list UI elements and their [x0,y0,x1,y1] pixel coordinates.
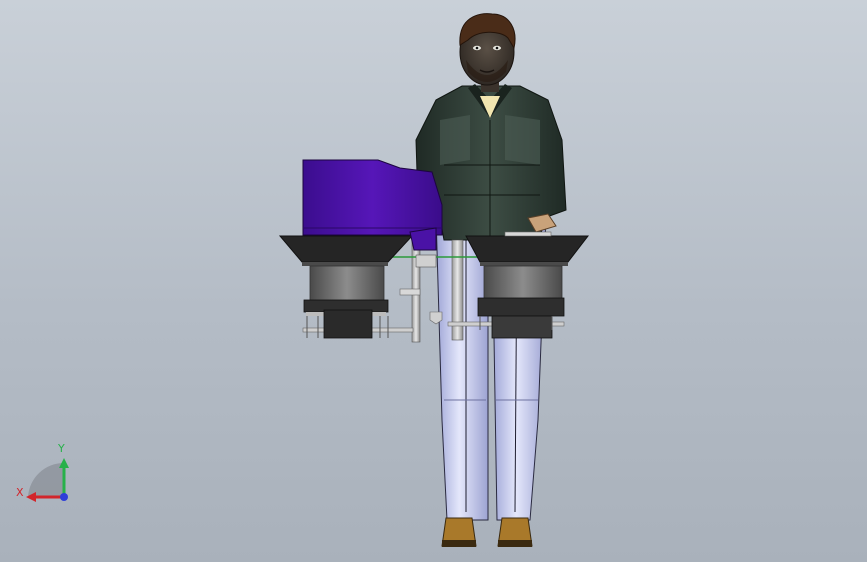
x-axis-label: X [16,486,24,499]
drive-motor [323,309,373,339]
y-axis-label: Y [58,442,65,455]
left-bowl-feeder[interactable] [278,235,414,339]
cad-3d-viewport[interactable]: X Y [0,0,867,562]
coordinate-triad [26,458,69,502]
head [459,13,516,92]
shoes [441,517,533,547]
z-axis-origin [60,493,68,501]
assembly-model-render[interactable] [0,0,867,562]
